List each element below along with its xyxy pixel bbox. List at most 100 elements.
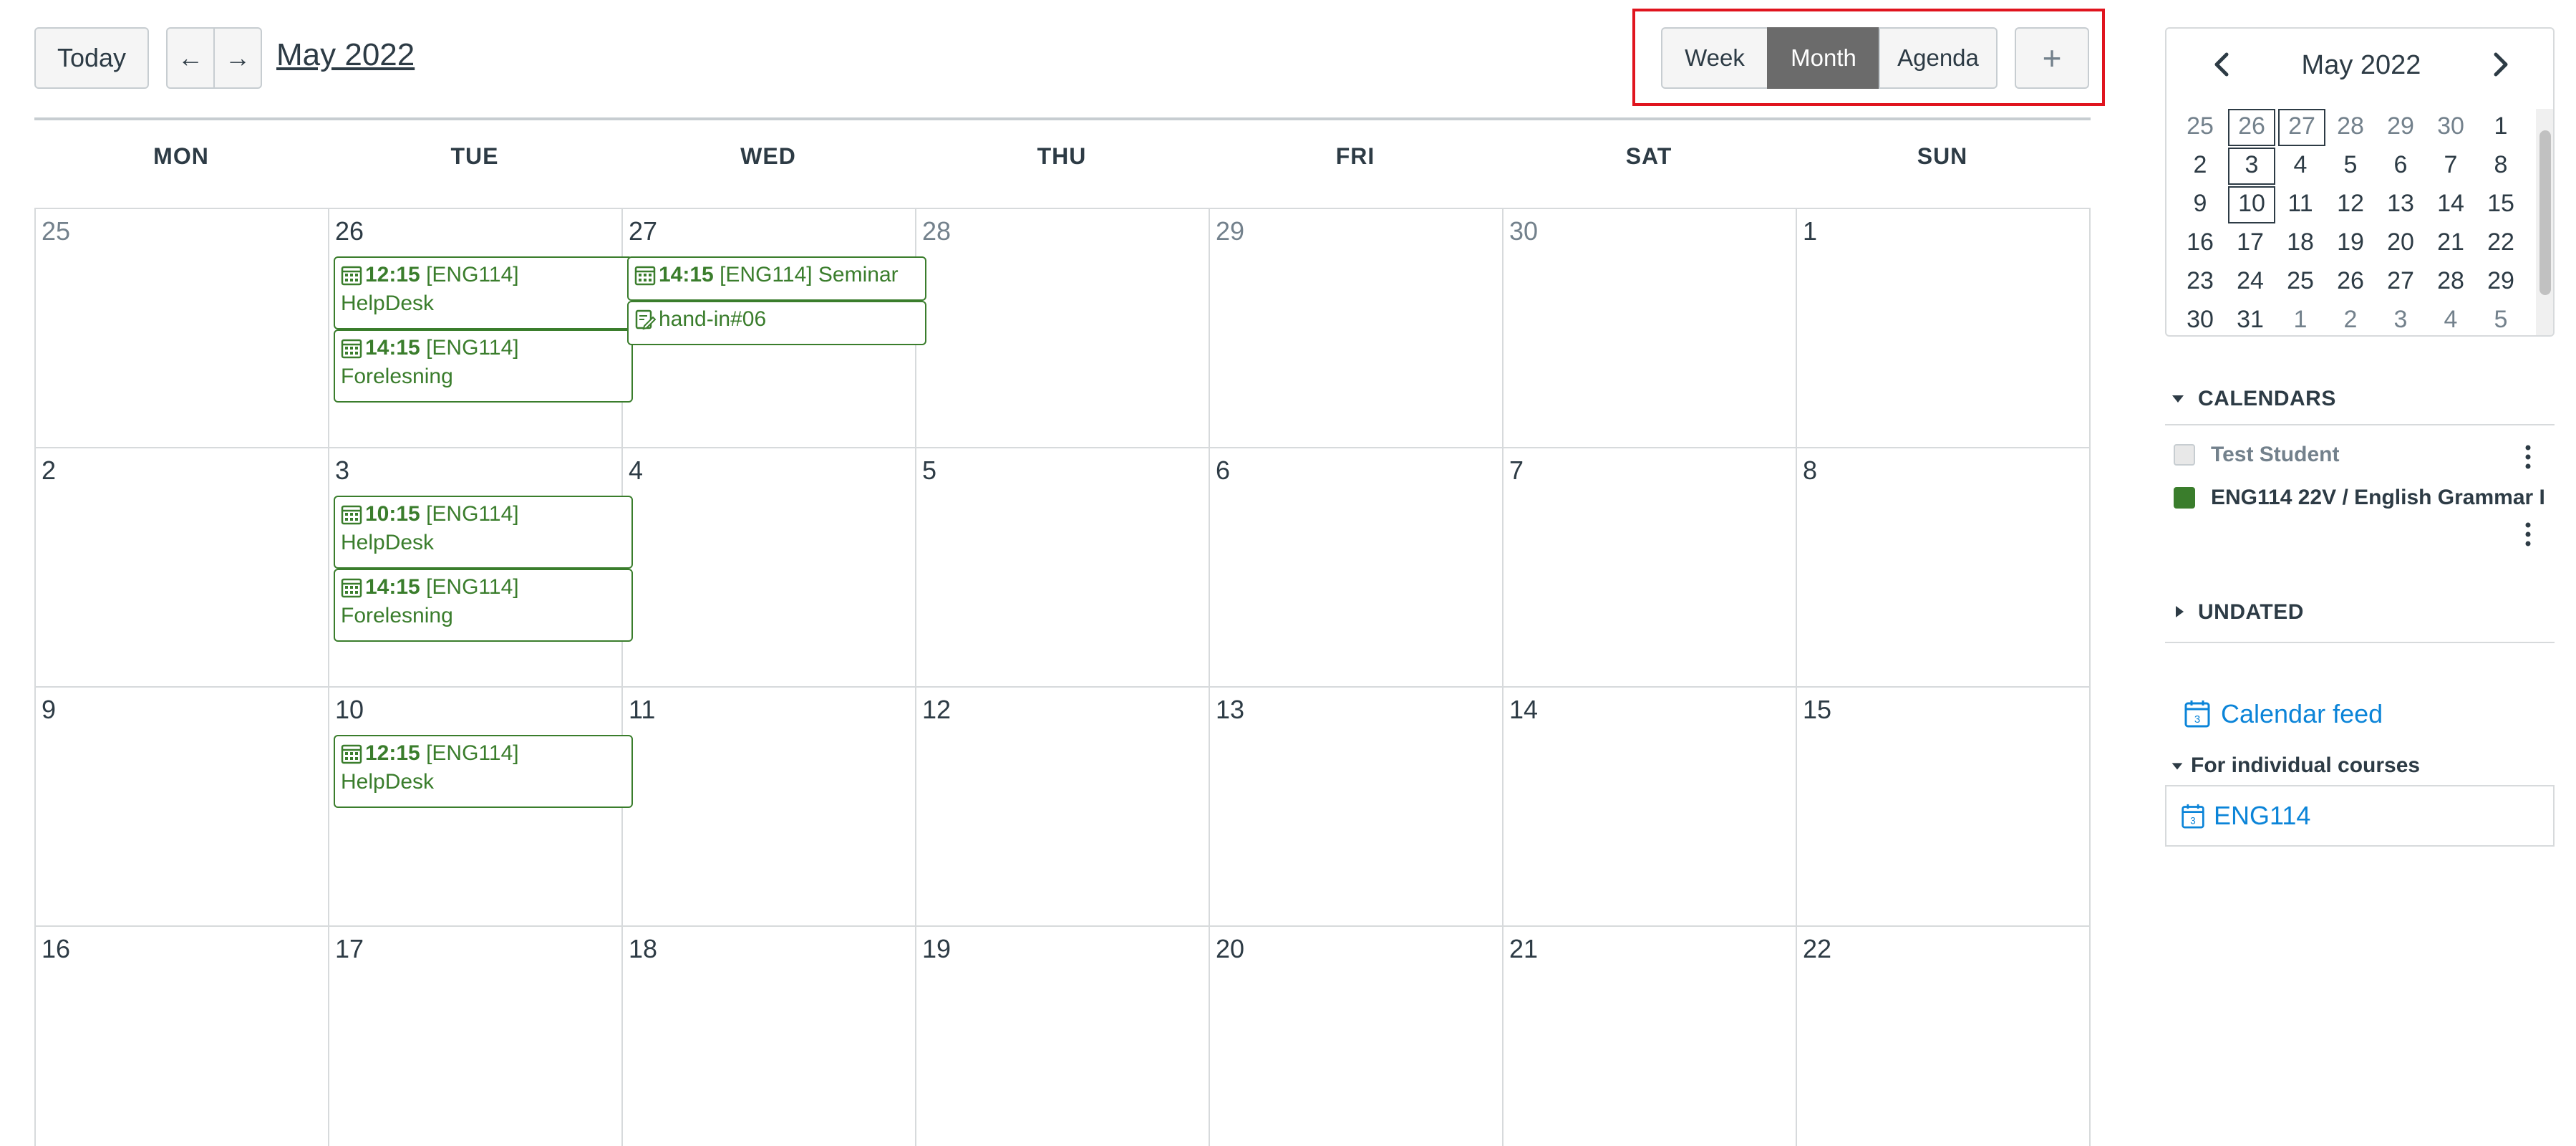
- day-number[interactable]: 8: [1803, 456, 1817, 486]
- day-cell[interactable]: 2: [36, 448, 329, 688]
- mini-calendar-day[interactable]: 27: [2278, 109, 2325, 146]
- day-cell[interactable]: 5: [916, 448, 1210, 688]
- mini-calendar-day[interactable]: 3: [2228, 148, 2275, 185]
- mini-calendar-day[interactable]: 4: [2429, 302, 2473, 335]
- day-number[interactable]: 19: [922, 934, 951, 964]
- day-cell[interactable]: 28: [916, 209, 1210, 448]
- day-number[interactable]: 6: [1216, 456, 1230, 486]
- mini-calendar-day[interactable]: 5: [2328, 148, 2373, 182]
- mini-calendar-day[interactable]: 11: [2278, 186, 2323, 221]
- day-number[interactable]: 27: [629, 216, 657, 246]
- mini-next-icon[interactable]: [2479, 43, 2522, 86]
- individual-courses-toggle[interactable]: For individual courses: [2169, 752, 2556, 781]
- mini-calendar-day[interactable]: 1: [2479, 109, 2523, 143]
- mini-calendar-day[interactable]: 2: [2328, 302, 2373, 335]
- day-cell[interactable]: 16: [36, 927, 329, 1146]
- add-event-button[interactable]: +: [2015, 27, 2089, 89]
- day-cell[interactable]: 1: [1797, 209, 2091, 448]
- day-cell[interactable]: 15: [1797, 688, 2091, 927]
- day-cell[interactable]: 11: [623, 688, 916, 927]
- day-number[interactable]: 10: [335, 695, 364, 725]
- day-number[interactable]: 17: [335, 934, 364, 964]
- mini-calendar-day[interactable]: 20: [2378, 225, 2423, 259]
- day-number[interactable]: 20: [1216, 934, 1244, 964]
- calendar-event[interactable]: 12:15 [ENG114] HelpDesk: [334, 256, 633, 329]
- mini-calendar-day[interactable]: 27: [2378, 264, 2423, 298]
- day-cell[interactable]: 19: [916, 927, 1210, 1146]
- day-number[interactable]: 9: [42, 695, 56, 725]
- day-cell[interactable]: 10 12:15 [ENG114] HelpDesk: [329, 688, 633, 927]
- calendar-item-test-student[interactable]: Test Student: [2169, 438, 2556, 473]
- mini-calendar-day[interactable]: 13: [2378, 186, 2423, 221]
- day-number[interactable]: 4: [629, 456, 643, 486]
- view-agenda-button[interactable]: Agenda: [1879, 27, 1998, 89]
- mini-calendar-day[interactable]: 26: [2228, 109, 2275, 146]
- mini-scrollbar[interactable]: [2536, 109, 2553, 335]
- mini-calendar-day[interactable]: 12: [2328, 186, 2373, 221]
- mini-calendar-day[interactable]: 5: [2479, 302, 2523, 335]
- mini-calendar-day[interactable]: 4: [2278, 148, 2323, 182]
- day-cell[interactable]: 9: [36, 688, 329, 927]
- day-number[interactable]: 26: [335, 216, 364, 246]
- undated-toggle[interactable]: UNDATED: [2169, 597, 2556, 629]
- mini-calendar-day[interactable]: 21: [2429, 225, 2473, 259]
- mini-calendar-day[interactable]: 10: [2228, 186, 2275, 223]
- day-number[interactable]: 28: [922, 216, 951, 246]
- mini-calendar-day[interactable]: 6: [2378, 148, 2423, 182]
- mini-calendar-day[interactable]: 25: [2178, 109, 2222, 143]
- day-cell[interactable]: 18: [623, 927, 916, 1146]
- day-number[interactable]: 18: [629, 934, 657, 964]
- mini-calendar-day[interactable]: 24: [2228, 264, 2272, 298]
- mini-calendar-day[interactable]: 15: [2479, 186, 2523, 221]
- assignment-event[interactable]: hand-in#06: [627, 301, 926, 345]
- day-cell[interactable]: 12: [916, 688, 1210, 927]
- calendar-checkbox[interactable]: [2174, 444, 2195, 466]
- day-cell[interactable]: 22: [1797, 927, 2091, 1146]
- mini-calendar-day[interactable]: 31: [2228, 302, 2272, 335]
- calendar-event[interactable]: 14:15 [ENG114] Seminar: [627, 256, 926, 301]
- day-cell[interactable]: 30: [1504, 209, 1797, 448]
- day-cell[interactable]: 8: [1797, 448, 2091, 688]
- day-cell[interactable]: 20: [1210, 927, 1504, 1146]
- view-month-button[interactable]: Month: [1767, 27, 1880, 89]
- mini-calendar-day[interactable]: 16: [2178, 225, 2222, 259]
- day-number[interactable]: 5: [922, 456, 936, 486]
- calendar-color-swatch[interactable]: [2174, 487, 2195, 509]
- calendar-event[interactable]: 12:15 [ENG114] HelpDesk: [334, 735, 633, 808]
- day-cell[interactable]: 21: [1504, 927, 1797, 1146]
- day-cell[interactable]: 14: [1504, 688, 1797, 927]
- mini-calendar-day[interactable]: 2: [2178, 148, 2222, 182]
- day-cell[interactable]: 4: [623, 448, 916, 688]
- calendar-item-eng114[interactable]: ENG114 22V / English Grammar I: [2169, 481, 2556, 553]
- mini-calendar-day[interactable]: 14: [2429, 186, 2473, 221]
- day-number[interactable]: 1: [1803, 216, 1817, 246]
- day-number[interactable]: 12: [922, 695, 951, 725]
- month-title[interactable]: May 2022: [276, 37, 415, 73]
- day-number[interactable]: 11: [629, 695, 655, 725]
- view-week-button[interactable]: Week: [1661, 27, 1768, 89]
- more-options-icon[interactable]: [2517, 443, 2539, 471]
- mini-calendar-day[interactable]: 26: [2328, 264, 2373, 298]
- day-number[interactable]: 13: [1216, 695, 1244, 725]
- day-cell[interactable]: 13: [1210, 688, 1504, 927]
- mini-calendar-day[interactable]: 25: [2278, 264, 2323, 298]
- mini-calendar-day[interactable]: 19: [2328, 225, 2373, 259]
- mini-calendar-day[interactable]: 23: [2178, 264, 2222, 298]
- day-cell[interactable]: 29: [1210, 209, 1504, 448]
- day-cell[interactable]: 17: [329, 927, 623, 1146]
- day-number[interactable]: 29: [1216, 216, 1244, 246]
- course-feed-link[interactable]: 3 ENG114: [2181, 798, 2539, 835]
- day-cell[interactable]: 7: [1504, 448, 1797, 688]
- mini-calendar-day[interactable]: 22: [2479, 225, 2523, 259]
- day-number[interactable]: 3: [335, 456, 349, 486]
- day-number[interactable]: 22: [1803, 934, 1831, 964]
- prev-arrow-button[interactable]: ←: [166, 27, 215, 89]
- mini-calendar-day[interactable]: 7: [2429, 148, 2473, 182]
- day-number[interactable]: 30: [1509, 216, 1538, 246]
- day-number[interactable]: 15: [1803, 695, 1831, 725]
- today-button[interactable]: Today: [34, 27, 149, 89]
- mini-calendar-day[interactable]: 30: [2178, 302, 2222, 335]
- mini-calendar-day[interactable]: 28: [2328, 109, 2373, 143]
- mini-calendar-day[interactable]: 28: [2429, 264, 2473, 298]
- day-cell[interactable]: 3 10:15 [ENG114] HelpDesk 14:15 [ENG114] For…: [329, 448, 633, 688]
